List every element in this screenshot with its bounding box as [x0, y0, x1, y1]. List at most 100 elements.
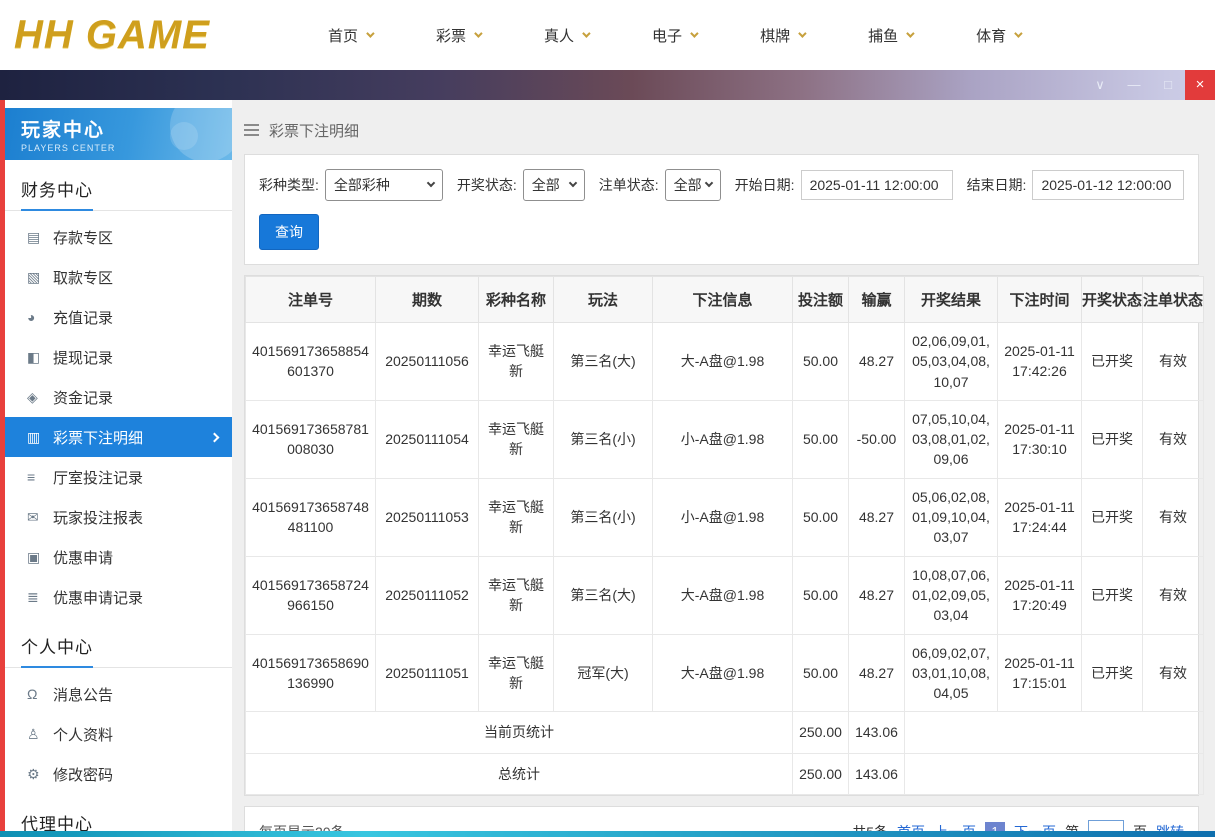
cell-bet-info: 小-A盘@1.98 — [652, 477, 793, 557]
cell-bet-amount: 50.00 — [792, 477, 849, 557]
cell-play: 第三名(小) — [553, 399, 653, 479]
order-status-select[interactable]: 全部 — [664, 169, 721, 201]
grand-summary-row: 总统计 250.00 143.06 — [245, 752, 1204, 796]
sidebar-item-funds-records[interactable]: ◈ 资金记录 — [5, 377, 232, 417]
cell-period: 20250111052 — [375, 555, 479, 635]
nav-item-slots[interactable]: 电子 — [652, 25, 699, 46]
page-title: 彩票下注明细 — [269, 122, 360, 140]
jump-page-input[interactable] — [1088, 820, 1124, 831]
cell-play: 冠军(大) — [553, 633, 653, 713]
table-row: 401569173658724966150 20250111052 幸运飞艇新 … — [245, 555, 1204, 635]
bet-table-panel: 注单号 期数 彩种名称 玩法 下注信息 投注额 输赢 开奖结果 下注时间 开奖状… — [244, 275, 1204, 797]
draw-status-select[interactable]: 全部 — [522, 169, 585, 201]
chevron-down-icon — [690, 29, 699, 38]
sidebar-item-label: 提现记录 — [53, 349, 114, 367]
cell-order-id: 401569173658854601370 — [245, 322, 376, 401]
sidebar-item-recharge-records[interactable]: ◕ 充值记录 — [5, 297, 232, 337]
chevron-down-icon — [704, 178, 713, 188]
sidebar-item-announcements[interactable]: Ω 消息公告 — [5, 674, 232, 714]
sidebar-item-promo-application-records[interactable]: ≣ 优惠申请记录 — [5, 577, 232, 617]
nav-item-chess[interactable]: 棋牌 — [760, 25, 807, 46]
order-status-label: 注单状态: — [598, 177, 659, 193]
grand-summary-winloss: 143.06 — [848, 752, 905, 796]
sidebar-item-withdrawal-records[interactable]: ◧ 提现记录 — [5, 337, 232, 377]
search-button[interactable]: 查询 — [259, 214, 319, 250]
menu-icon[interactable] — [244, 124, 259, 136]
sidebar-item-player-bet-report[interactable]: ✉ 玩家投注报表 — [5, 497, 232, 537]
cell-order-status: 有效 — [1142, 633, 1204, 713]
cell-win-loss: 48.27 — [848, 555, 905, 635]
cell-lottery-name: 幸运飞艇新 — [478, 399, 554, 479]
page-size-label: 每页显示20条 — [259, 822, 345, 831]
sidebar-item-label: 充值记录 — [53, 309, 114, 327]
nav-item-sports[interactable]: 体育 — [976, 25, 1023, 46]
end-date-input[interactable] — [1032, 170, 1185, 200]
col-header-order-status: 注单状态 — [1142, 276, 1204, 323]
cell-lottery-name: 幸运飞艇新 — [478, 322, 554, 401]
chevron-down-icon — [1014, 29, 1023, 38]
window-close-icon[interactable]: × — [1185, 70, 1215, 100]
cell-draw-status: 已开奖 — [1081, 633, 1143, 713]
brand-logo[interactable]: HH GAME — [0, 13, 300, 58]
recharge-record-icon: ◕ — [27, 309, 36, 325]
withdrawal-record-icon: ◧ — [27, 348, 41, 365]
hall-bet-record-icon: ≡ — [27, 469, 36, 485]
cell-order-id: 401569173658724966150 — [245, 555, 376, 635]
deposit-icon: ▤ — [27, 228, 41, 245]
window-maximize-icon[interactable]: □ — [1151, 70, 1185, 100]
nav-item-home[interactable]: 首页 — [328, 25, 375, 46]
cell-draw-status: 已开奖 — [1081, 555, 1143, 635]
page-summary-empty — [904, 711, 1204, 754]
jump-label-post: 页 — [1133, 822, 1147, 831]
bet-table: 注单号 期数 彩种名称 玩法 下注信息 投注额 输赢 开奖结果 下注时间 开奖状… — [245, 276, 1204, 796]
sidebar-item-withdraw-zone[interactable]: ▧ 取款专区 — [5, 257, 232, 297]
cell-draw-result: 10,08,07,06,01,02,09,05,03,04 — [904, 555, 998, 635]
first-page-link[interactable]: 首页 — [897, 822, 925, 831]
current-page-indicator[interactable]: 1 — [985, 822, 1005, 831]
sidebar-item-hall-bet-records[interactable]: ≡ 厅室投注记录 — [5, 457, 232, 497]
jump-link[interactable]: 跳转 — [1156, 822, 1184, 831]
chevron-down-icon — [798, 29, 807, 38]
cell-bet-info: 小-A盘@1.98 — [652, 399, 793, 479]
nav-label: 彩票 — [436, 27, 467, 45]
col-header-draw-status: 开奖状态 — [1081, 276, 1143, 323]
cell-order-id: 401569173658781008030 — [245, 399, 376, 479]
cell-draw-status: 已开奖 — [1081, 399, 1143, 479]
sidebar-item-promo-application[interactable]: ▣ 优惠申请 — [5, 537, 232, 577]
sidebar-item-profile[interactable]: ♙ 个人资料 — [5, 714, 232, 754]
sidebar-item-deposit-zone[interactable]: ▤ 存款专区 — [5, 217, 232, 257]
cell-period: 20250111051 — [375, 633, 479, 713]
sidebar-item-change-password[interactable]: ⚙ 修改密码 — [5, 754, 232, 794]
sidebar-item-lottery-bet-details[interactable]: ▥ 彩票下注明细 — [5, 417, 232, 457]
cell-lottery-name: 幸运飞艇新 — [478, 477, 554, 557]
start-date-input[interactable] — [800, 170, 953, 200]
section-title-finance: 财务中心 — [5, 176, 232, 211]
select-value: 全部 — [673, 177, 702, 193]
prev-page-link[interactable]: 上一页 — [934, 822, 976, 831]
promo-apply-icon: ▣ — [27, 548, 41, 565]
cell-bet-info: 大-A盘@1.98 — [652, 322, 793, 401]
grand-summary-amount: 250.00 — [792, 752, 849, 796]
lottery-type-select[interactable]: 全部彩种 — [324, 169, 443, 201]
sidebar-title: 玩家中心 — [21, 120, 106, 141]
nav-item-lottery[interactable]: 彩票 — [436, 25, 483, 46]
cell-period: 20250111054 — [375, 399, 479, 479]
nav-item-fishing[interactable]: 捕鱼 — [868, 25, 915, 46]
total-count-label: 共5条 — [852, 822, 888, 831]
chevron-down-icon — [906, 29, 915, 38]
cell-lottery-name: 幸运飞艇新 — [478, 555, 554, 635]
sidebar-item-label: 玩家投注报表 — [53, 509, 144, 527]
lottery-type-label: 彩种类型: — [259, 177, 319, 193]
cell-win-loss: 48.27 — [848, 633, 905, 713]
table-row: 401569173658781008030 20250111054 幸运飞艇新 … — [245, 399, 1204, 479]
table-row: 401569173658690136990 20250111051 幸运飞艇新 … — [245, 633, 1204, 713]
nav-item-live-casino[interactable]: 真人 — [544, 25, 591, 46]
sidebar-item-label: 资金记录 — [53, 389, 114, 407]
col-header-win-loss: 输赢 — [848, 276, 905, 323]
window-restore-icon[interactable]: ∨ — [1083, 70, 1117, 100]
main-content: 彩票下注明细 彩种类型: 全部彩种 开奖状态: 全部 注单状态: 全部 开始日期… — [232, 100, 1215, 831]
window-minimize-icon[interactable]: — — [1117, 70, 1151, 100]
gear-icon: ⚙ — [27, 765, 40, 782]
next-page-link[interactable]: 下一页 — [1014, 822, 1056, 831]
cell-order-id: 401569173658690136990 — [245, 633, 376, 713]
